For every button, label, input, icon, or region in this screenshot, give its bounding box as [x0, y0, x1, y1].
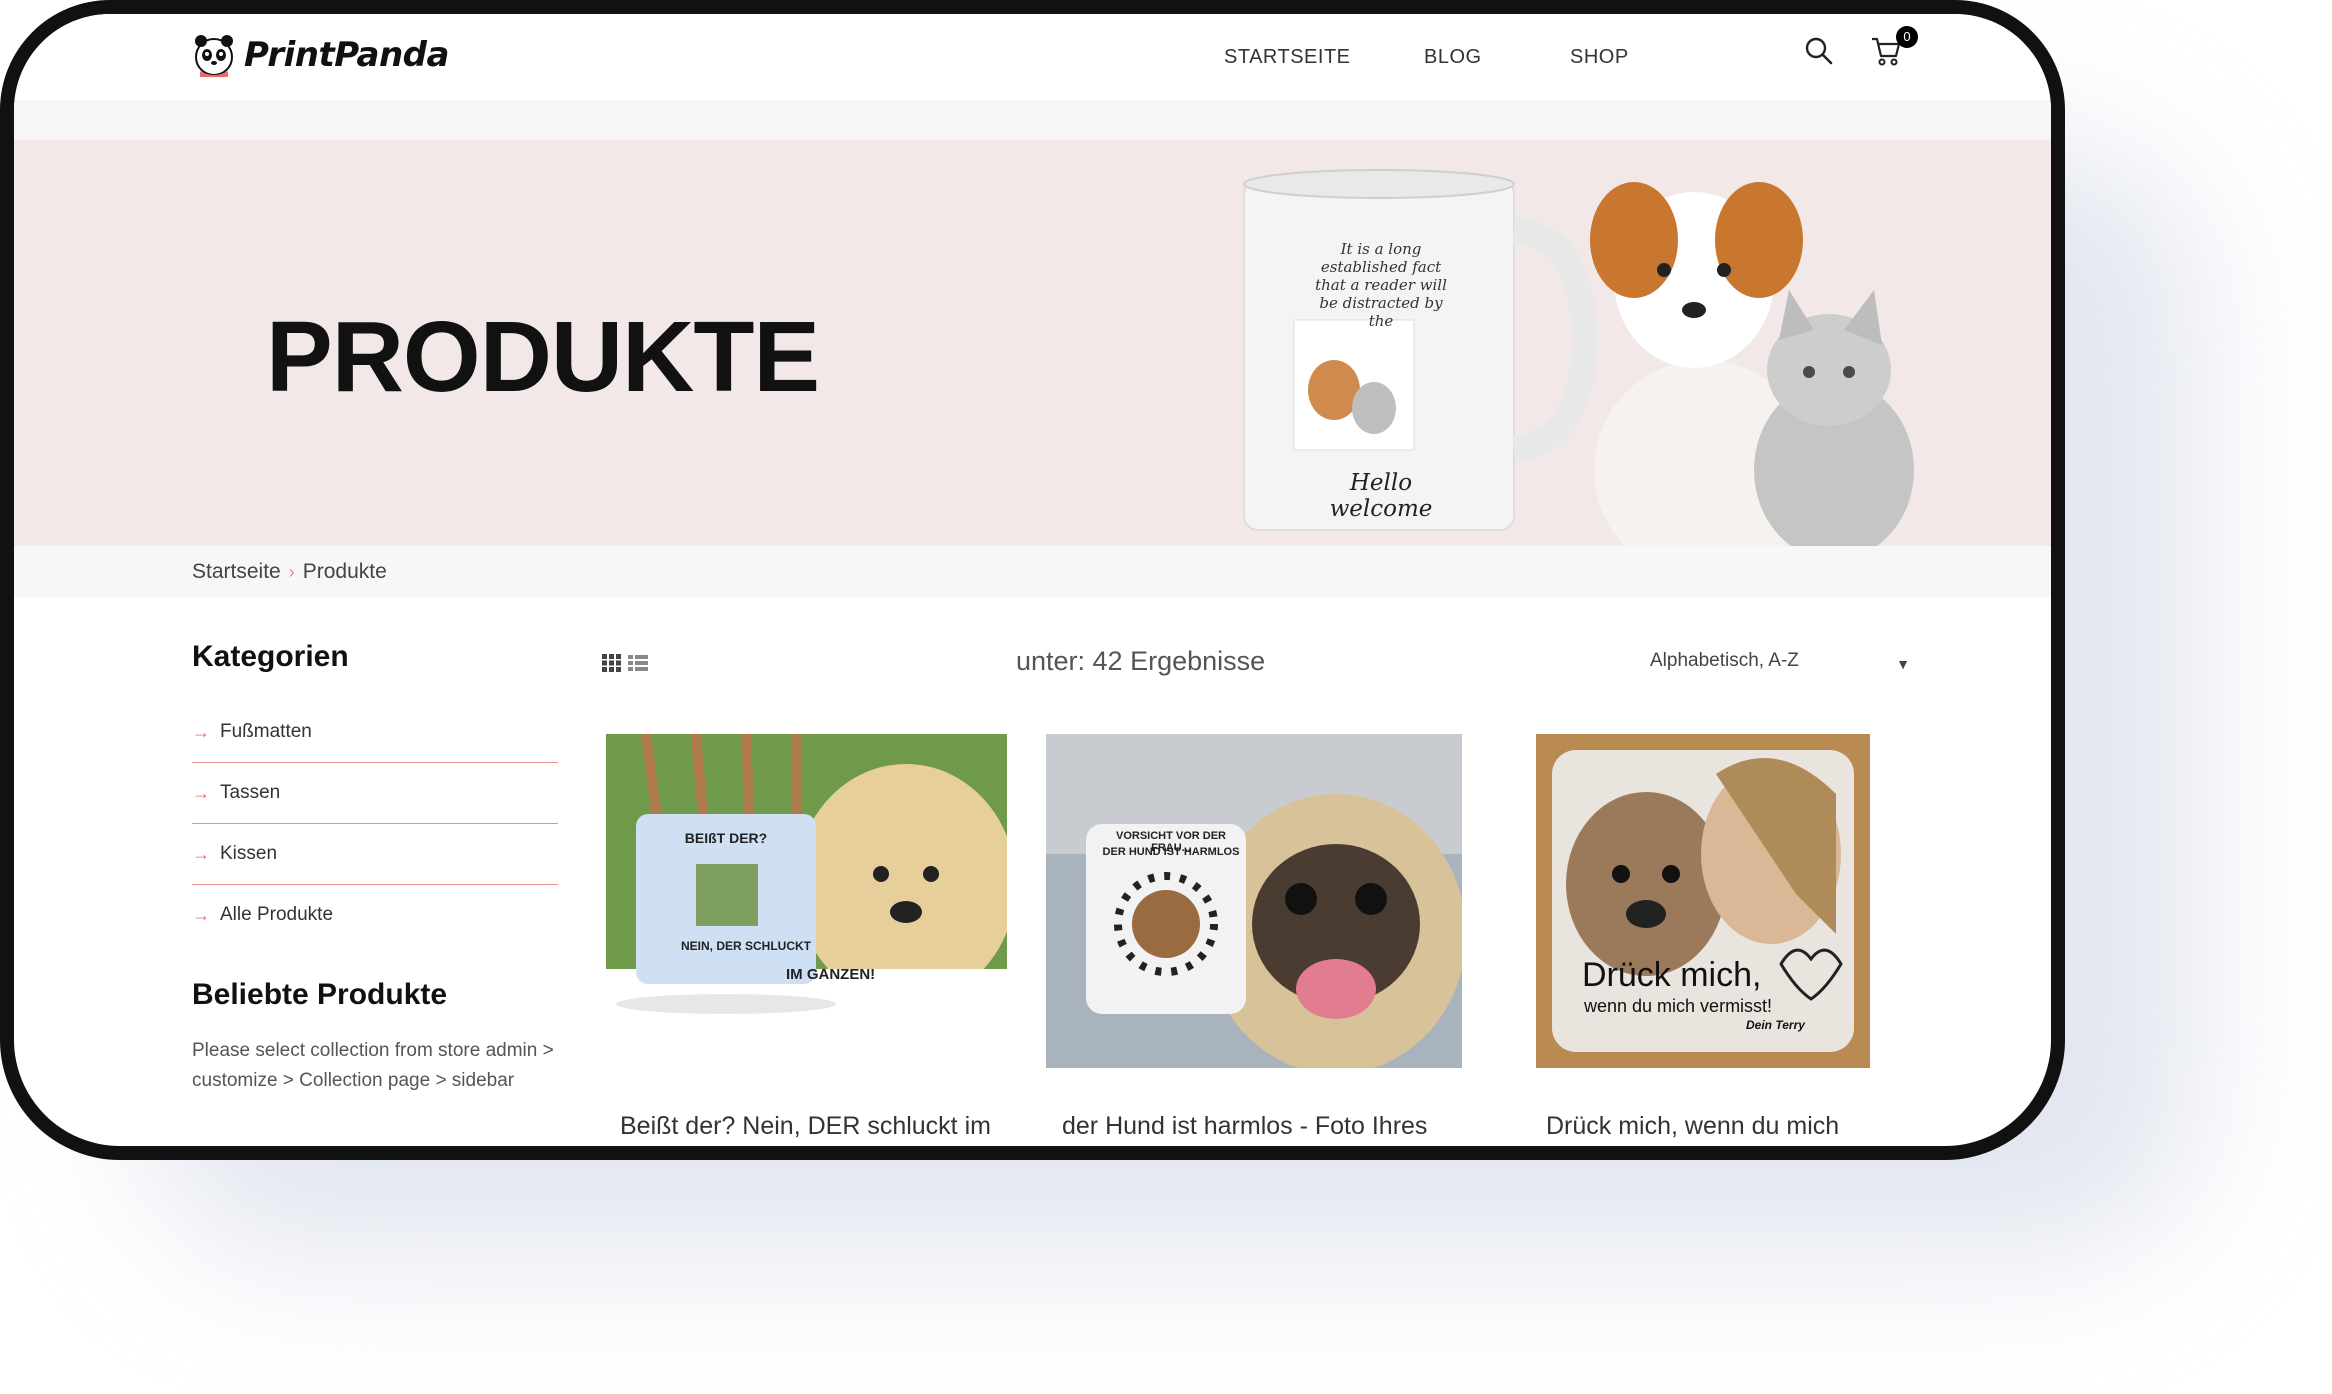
screen: PrintPanda STARTSEITE BLOG SHOP 0 PRODUK…	[14, 14, 2051, 1146]
cart-button[interactable]: 0	[1870, 26, 1918, 72]
product-image[interactable]: Drück mich, wenn du mich vermisst! Dein …	[1536, 734, 1870, 1068]
product-image-art	[606, 734, 1007, 1049]
category-item-tassen[interactable]: → Tassen	[192, 763, 558, 824]
product-image[interactable]: VORSICHT VOR DER FRAU... DER HUND IST HA…	[1046, 734, 1462, 1068]
arrow-right-icon: →	[192, 843, 210, 864]
nav-item-blog[interactable]: BLOG	[1424, 46, 1482, 69]
sort-select[interactable]: Alphabetisch, A-Z ▼	[1650, 650, 1910, 672]
product-title[interactable]: der Hund ist harmlos - Foto Ihres	[1062, 1112, 1427, 1141]
stage: PrintPanda STARTSEITE BLOG SHOP 0 PRODUK…	[0, 0, 2332, 1394]
cart-count-badge: 0	[1896, 26, 1918, 48]
list-view-icon[interactable]	[628, 654, 648, 672]
grid-view-icon[interactable]	[602, 654, 622, 672]
arrow-right-icon: →	[192, 904, 210, 925]
mug-print-bottom: DER HUND IST HARMLOS	[1102, 846, 1240, 858]
pillow-signature: Dein Terry	[1746, 1018, 1805, 1032]
mug-print-bottom: NEIN, DER SCHLUCKT	[680, 939, 811, 953]
main-nav: STARTSEITE BLOG SHOP	[14, 36, 2051, 76]
device-frame: PrintPanda STARTSEITE BLOG SHOP 0 PRODUK…	[0, 0, 2065, 1160]
header: PrintPanda STARTSEITE BLOG SHOP 0	[14, 14, 2051, 100]
caret-down-icon: ▼	[1896, 656, 1910, 672]
category-list: → Fußmatten → Tassen → Kissen → Alle Pro…	[192, 702, 558, 945]
category-label: Alle Produkte	[220, 904, 334, 925]
product-title[interactable]: Beißt der? Nein, DER schluckt im	[620, 1112, 991, 1141]
mug-text: It is a long established fact that a rea…	[1315, 240, 1447, 330]
breadcrumb: Startseite › Produkte	[192, 560, 387, 584]
breadcrumb-current: Produkte	[302, 560, 387, 583]
result-count: unter: 42 Ergebnisse	[1016, 646, 1266, 676]
categories-heading: Kategorien	[192, 640, 349, 673]
popular-products-heading: Beliebte Produkte	[192, 978, 448, 1011]
nav-item-startseite[interactable]: STARTSEITE	[1224, 46, 1351, 69]
search-icon	[1805, 37, 1833, 65]
arrow-right-icon: →	[192, 782, 210, 803]
mug-print-top: BEIßT DER?	[684, 830, 768, 846]
popular-products-note: Please select collection from store admi…	[192, 1040, 554, 1091]
category-label: Fußmatten	[220, 721, 312, 742]
pillow-text-small: wenn du mich vermisst!	[1584, 996, 1773, 1016]
mug-print-tail: IM GANZEN!	[786, 966, 876, 983]
product-title[interactable]: Drück mich, wenn du mich	[1546, 1112, 1839, 1141]
nav-item-shop[interactable]: SHOP	[1570, 46, 1629, 69]
product-image-art	[1046, 734, 1462, 1068]
sort-selected-value: Alphabetisch, A-Z	[1650, 650, 1799, 671]
mug-caption: Hello welcome	[1329, 470, 1433, 522]
view-toggle	[602, 654, 648, 672]
breadcrumb-bar: Startseite › Produkte	[14, 546, 2051, 598]
hero-banner: PRODUKTE It is a long established fact t…	[14, 140, 2051, 546]
category-label: Kissen	[220, 843, 278, 864]
breadcrumb-home[interactable]: Startseite	[192, 560, 281, 584]
breadcrumb-separator: ›	[288, 561, 295, 582]
category-item-fussmatten[interactable]: → Fußmatten	[192, 702, 558, 763]
header-icons: 0	[1804, 26, 1918, 72]
pillow-text-big: Drück mich,	[1582, 956, 1762, 994]
category-item-kissen[interactable]: → Kissen	[192, 824, 558, 885]
header-spacer	[14, 100, 2051, 140]
category-item-alle-produkte[interactable]: → Alle Produkte	[192, 885, 558, 945]
product-image[interactable]: BEIßT DER? NEIN, DER SCHLUCKT IM GANZEN!	[606, 734, 1007, 1049]
category-label: Tassen	[220, 782, 281, 803]
arrow-right-icon: →	[192, 721, 210, 742]
search-button[interactable]	[1804, 36, 1840, 72]
page-title: PRODUKTE	[266, 301, 820, 413]
